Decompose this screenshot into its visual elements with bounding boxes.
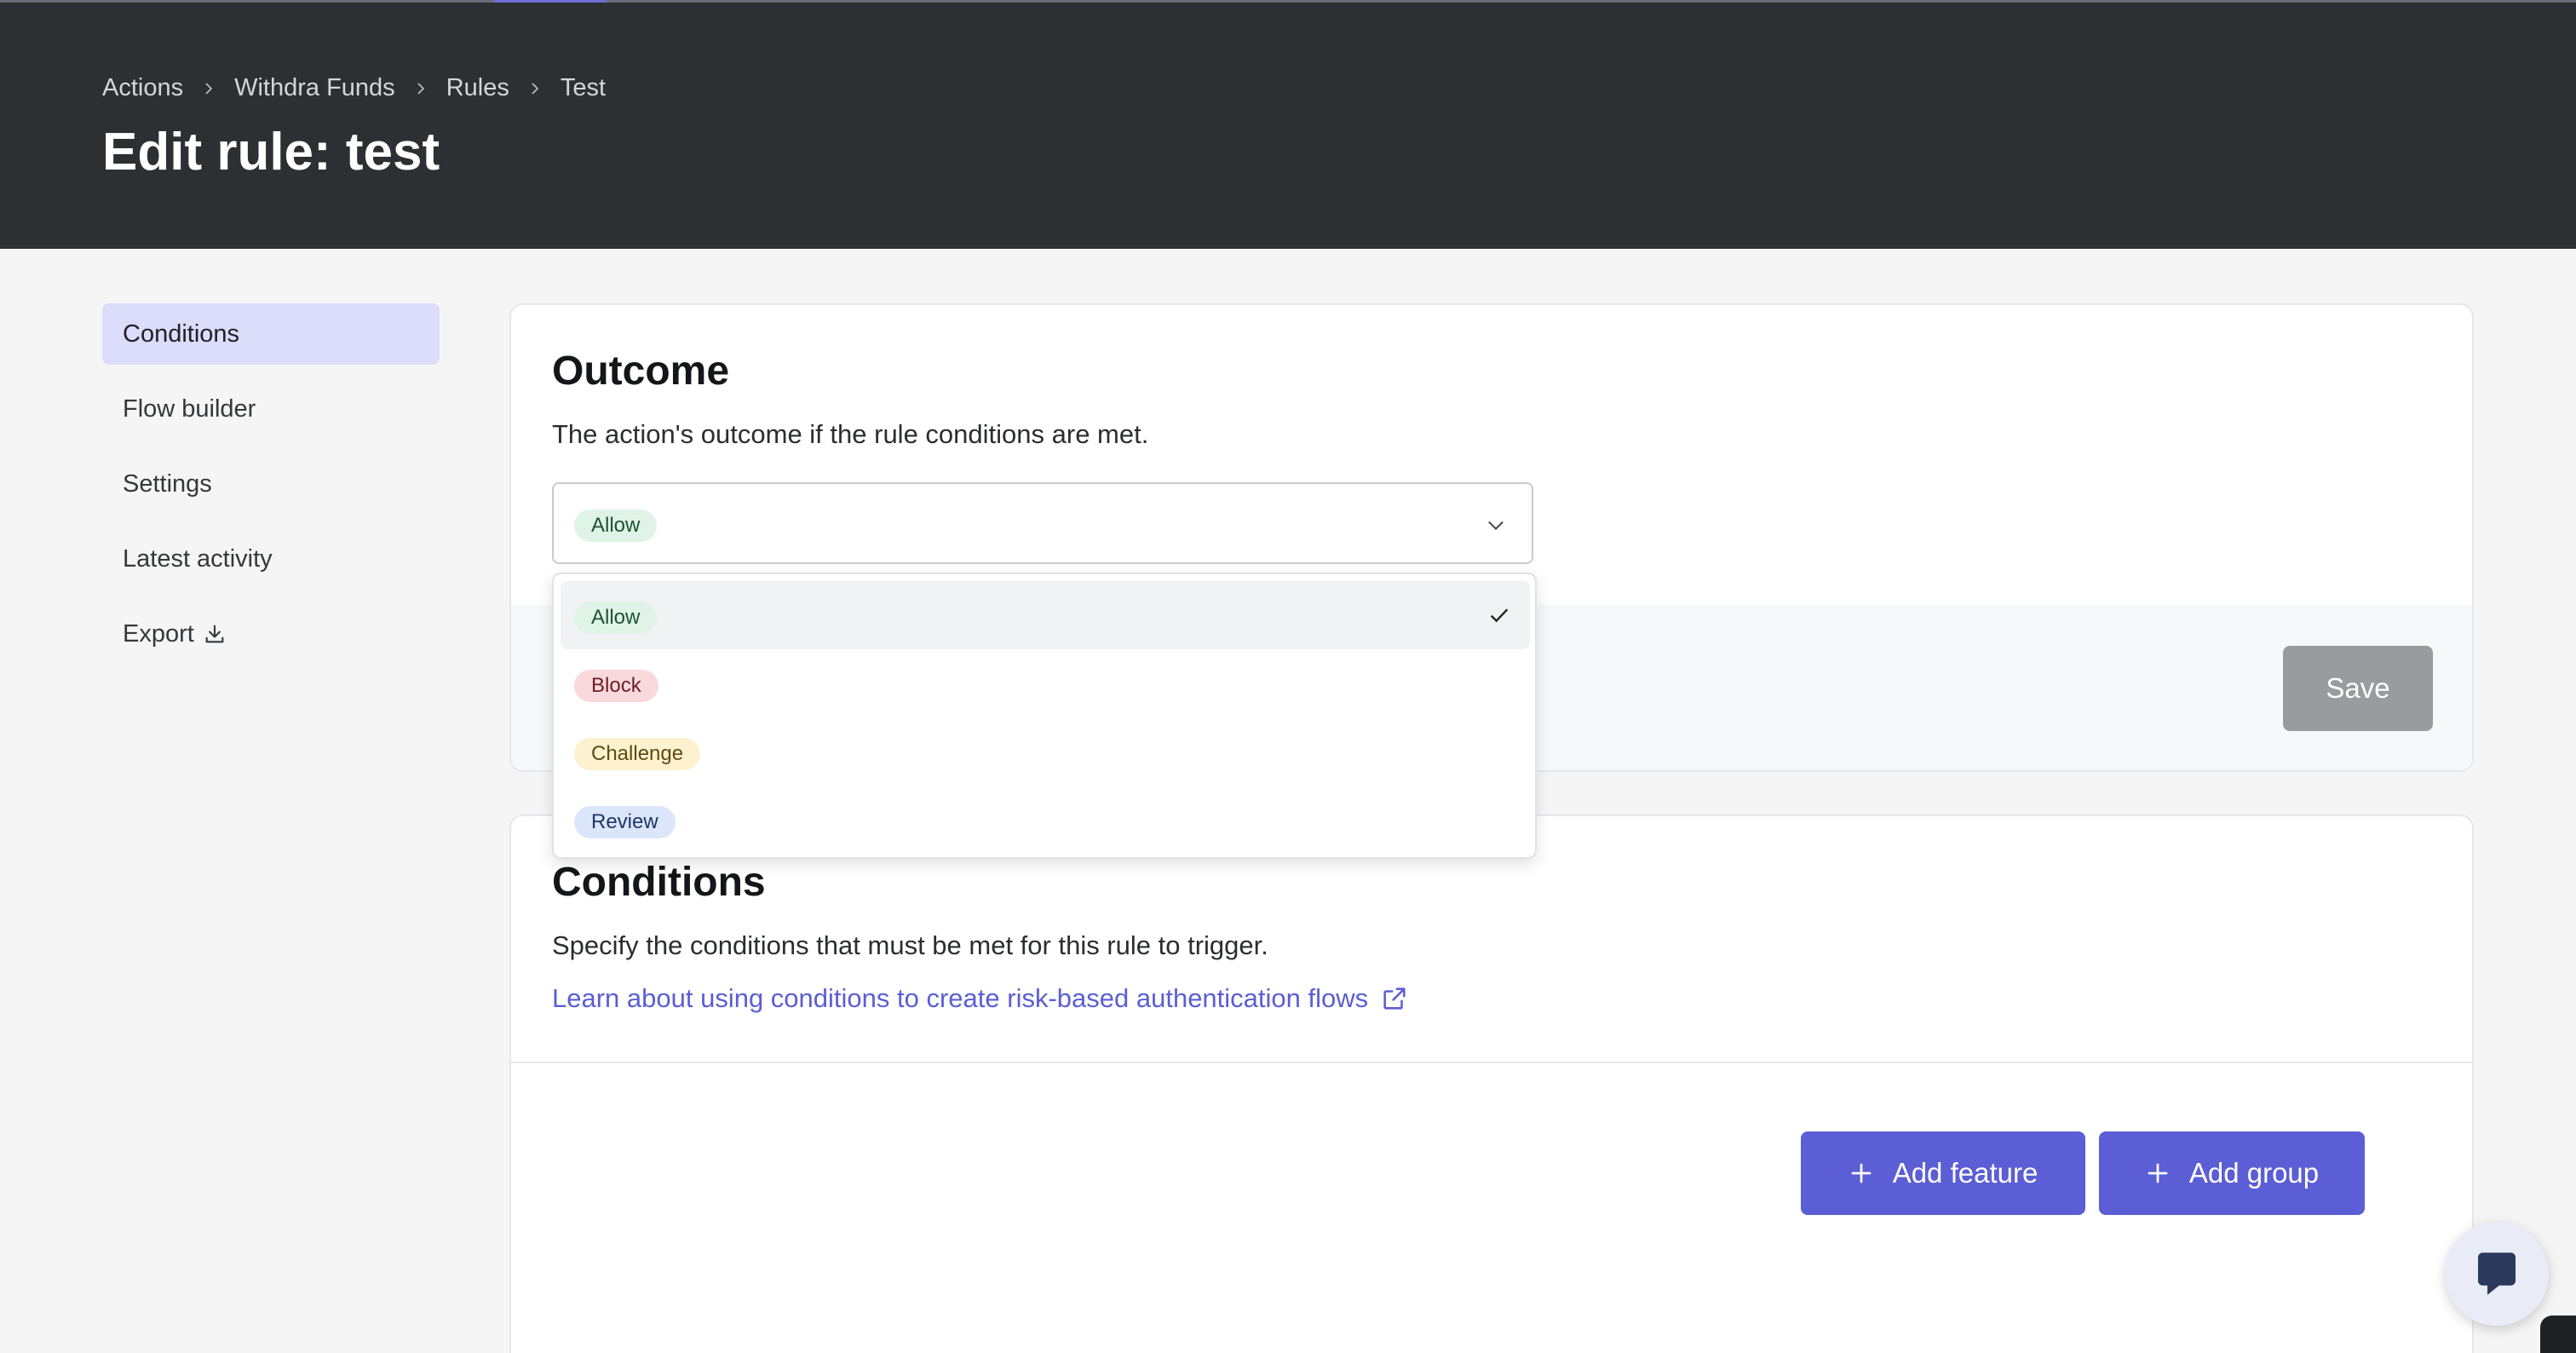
outcome-description: The action's outcome if the rule conditi… — [552, 419, 1149, 449]
breadcrumb: Actions Withdra Funds Rules Test — [102, 74, 606, 102]
conditions-card: Conditions Specify the conditions that m… — [509, 815, 2474, 1353]
plus-icon — [1851, 1163, 1872, 1183]
option-pill: Block — [574, 670, 658, 702]
sidebar-item-label: Latest activity — [123, 544, 273, 573]
chat-widget-button[interactable] — [2445, 1222, 2549, 1326]
option-pill: Review — [574, 806, 676, 838]
chevron-right-icon — [509, 74, 561, 102]
add-group-label: Add group — [2188, 1157, 2320, 1189]
plus-icon — [2148, 1163, 2168, 1183]
sidebar-item-label: Flow builder — [123, 394, 256, 423]
sidebar-item-settings[interactable]: Settings — [102, 453, 440, 515]
option-pill: Challenge — [574, 738, 701, 770]
breadcrumb-rules[interactable]: Rules — [446, 74, 509, 102]
add-group-button[interactable]: Add group — [2099, 1131, 2365, 1215]
download-icon — [205, 625, 224, 643]
sidebar-item-label: Export — [123, 619, 194, 648]
learn-link-text: Learn about using conditions to create r… — [552, 983, 1369, 1013]
sidebar-item-export[interactable]: Export — [102, 603, 440, 665]
save-button[interactable]: Save — [2283, 646, 2433, 731]
sidebar-item-conditions[interactable]: Conditions — [102, 303, 440, 365]
add-feature-button[interactable]: Add feature — [1801, 1131, 2085, 1215]
option-pill: Allow — [574, 602, 658, 634]
external-link-icon — [1383, 987, 1406, 1010]
page-title: Edit rule: test — [102, 123, 440, 181]
chevron-right-icon — [183, 74, 234, 102]
card-divider — [511, 1062, 2472, 1063]
selected-outcome-pill: Allow — [574, 510, 658, 542]
sidebar-item-label: Conditions — [123, 320, 240, 348]
add-feature-label: Add feature — [1892, 1157, 2038, 1189]
breadcrumb-withdra-funds[interactable]: Withdra Funds — [234, 74, 395, 102]
conditions-title: Conditions — [552, 860, 766, 905]
breadcrumb-test: Test — [560, 74, 607, 101]
chevron-right-icon — [395, 74, 446, 102]
chevron-down-icon — [1488, 521, 1504, 531]
sidebar-item-flow-builder[interactable]: Flow builder — [102, 378, 440, 440]
checkmark-icon — [1490, 608, 1509, 623]
outcome-select[interactable]: Allow — [552, 482, 1533, 564]
outcome-title: Outcome — [552, 348, 730, 394]
learn-conditions-link[interactable]: Learn about using conditions to create r… — [552, 983, 1409, 1014]
option-review[interactable]: Review — [561, 786, 1530, 854]
option-challenge[interactable]: Challenge — [561, 717, 1530, 786]
sidebar-item-latest-activity[interactable]: Latest activity — [102, 528, 440, 590]
outcome-dropdown-menu: Allow Block Challenge Review — [552, 573, 1537, 859]
breadcrumb-actions[interactable]: Actions — [102, 74, 183, 102]
side-navigation: Conditions Flow builder Settings Latest … — [102, 303, 440, 678]
option-allow[interactable]: Allow — [561, 581, 1530, 649]
corner-widget[interactable] — [2540, 1316, 2576, 1353]
conditions-description: Specify the conditions that must be met … — [552, 930, 1268, 960]
option-block[interactable]: Block — [561, 649, 1530, 717]
chat-bubble-icon — [2478, 1252, 2516, 1295]
sidebar-item-label: Settings — [123, 469, 212, 498]
page-header: Actions Withdra Funds Rules Test Edit ru… — [0, 3, 2576, 249]
